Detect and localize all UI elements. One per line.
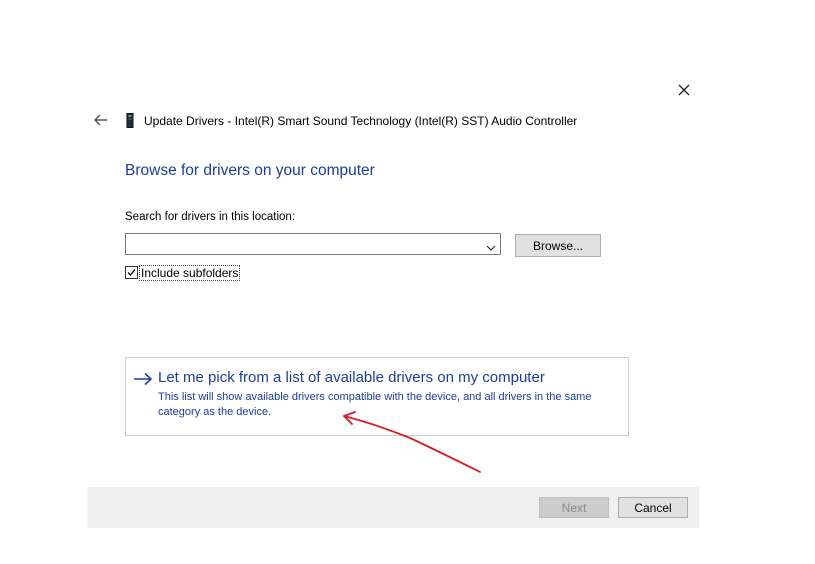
close-icon[interactable] [677, 83, 691, 97]
next-button-label: Next [561, 500, 587, 515]
back-arrow-icon[interactable] [93, 113, 109, 127]
chevron-down-icon[interactable] [486, 239, 496, 251]
browse-button-label: Browse... [532, 238, 583, 253]
cancel-button-label: Cancel [634, 500, 672, 515]
search-location-input[interactable] [126, 234, 484, 254]
search-location-combobox[interactable] [125, 233, 501, 255]
cancel-button[interactable]: Cancel [618, 497, 688, 518]
right-arrow-icon [133, 372, 153, 386]
next-button[interactable]: Next [539, 497, 609, 518]
device-icon [126, 113, 134, 128]
include-subfolders-checkbox[interactable] [125, 266, 138, 279]
checkmark-icon [127, 269, 136, 277]
search-location-label: Search for drivers in this location: [125, 211, 296, 223]
pick-from-list-title[interactable]: Let me pick from a list of available dri… [158, 369, 545, 386]
page-heading: Browse for drivers on your computer [125, 162, 375, 179]
include-subfolders-label[interactable]: Include subfolders [138, 265, 241, 281]
window-title: Update Drivers - Intel(R) Smart Sound Te… [144, 114, 578, 128]
annotation-arrow [330, 400, 490, 480]
browse-button[interactable]: Browse... [515, 234, 601, 257]
